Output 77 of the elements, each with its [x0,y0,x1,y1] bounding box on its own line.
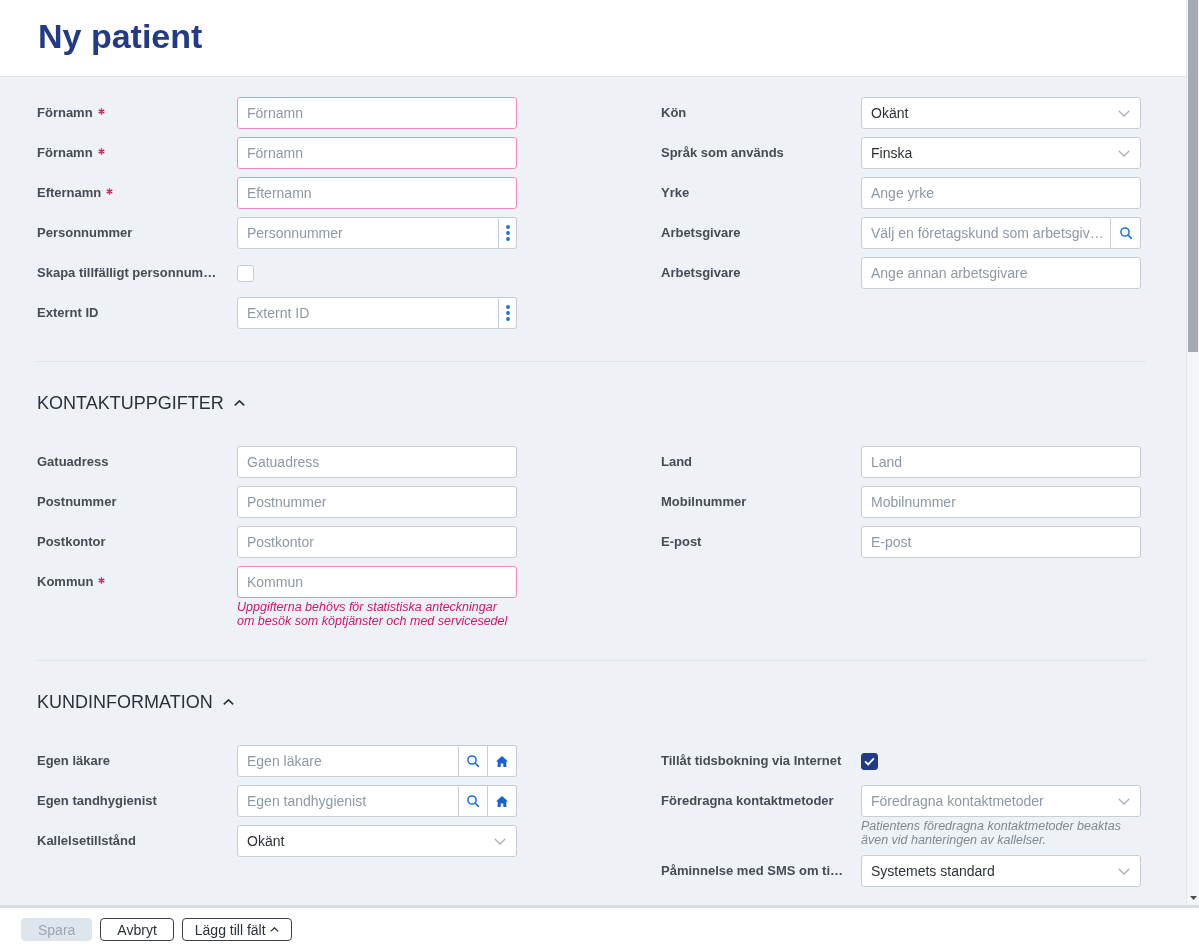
search-button[interactable] [1111,217,1141,249]
search-button[interactable] [459,785,488,817]
chevron-down-icon [1118,797,1130,805]
text-field[interactable]: Gatuadress [237,446,517,478]
home-button[interactable] [488,745,517,777]
more-options-button[interactable] [499,297,517,329]
field-label: Egen tandhygienist [37,793,157,809]
section-heading[interactable]: KUNDINFORMATION [37,690,234,714]
chevron-down-icon [1118,867,1130,875]
caret-up-icon [269,927,279,932]
field-hint: Uppgifterna behövs för statistiska anteckningar om besök som köptjänster och med servicesedel [237,600,509,628]
field-label: Yrke [661,185,690,201]
text-field[interactable]: Förnamn [237,137,517,169]
text-field[interactable]: E-post [861,526,1141,558]
field-hint: Patientens föredragna kontaktmetoder beaktas även vid hanteringen av kallelser. [861,819,1122,847]
text-field[interactable]: Ange annan arbetsgivare [861,257,1141,289]
field-label: Gatuadress [37,454,109,470]
three-dots-icon [505,305,510,321]
chevron-down-icon [1118,149,1130,157]
search-icon [467,795,479,807]
three-dots-icon [505,225,510,241]
field-label: Arbetsgivare [661,265,741,281]
field-label: Skapa tillfälligt personnum… [37,265,217,281]
dropdown[interactable]: Okänt [237,825,517,857]
checkbox[interactable] [861,752,878,770]
field-label: Förnamn [37,105,93,121]
field-label: Förnamn [37,145,93,161]
field-label: Efternamn [37,185,102,201]
text-field[interactable]: Förnamn [237,97,517,129]
field-label: Föredragna kontaktmetoder [661,793,834,809]
text-field[interactable]: Ange yrke [861,177,1141,209]
text-field[interactable]: Land [861,446,1141,478]
field-label: Postnummer [37,494,117,510]
field-label: Personnummer [37,225,133,241]
section-heading[interactable]: KONTAKTUPPGIFTER [37,391,245,415]
field-label: Kallelsetillstånd [37,833,136,849]
down-arrow-icon[interactable] [1189,896,1197,900]
more-options-button[interactable] [499,217,517,249]
text-field[interactable]: Egen läkare [237,745,459,777]
scrollbar[interactable] [1186,0,1199,905]
text-field[interactable]: Externt ID [237,297,499,329]
dropdown[interactable]: Systemets standard [861,855,1141,887]
text-field[interactable]: Efternamn [237,177,517,209]
scrollbar-thumb[interactable] [1188,0,1198,352]
checkmark-icon [864,756,875,766]
search-icon [1119,227,1132,239]
text-field[interactable]: Kommun [237,566,517,598]
field-label: E-post [661,534,702,550]
text-field[interactable]: Postnummer [237,486,517,518]
field-label: Arbetsgivare [661,225,741,241]
cancel-button[interactable]: Avbryt [100,918,174,941]
field-label: Kommun [37,574,94,590]
field-label: Tillåt tidsbokning via Internet [661,753,842,769]
dropdown[interactable]: Finska [861,137,1141,169]
field-label: Kön [661,105,687,121]
home-button[interactable] [488,785,517,817]
text-field[interactable]: Personnummer [237,217,499,249]
field-label: Externt ID [37,305,99,321]
dropdown[interactable]: Okänt [861,97,1141,129]
text-field[interactable]: Egen tandhygienist [237,785,459,817]
chevron-down-icon [1118,109,1130,117]
text-field[interactable]: Välj en företagskund som arbetsgiv… [861,217,1111,249]
field-label: Egen läkare [37,753,110,769]
field-label: Språk som används [661,145,784,161]
page-title: Ny patient [38,16,203,56]
text-field[interactable]: Postkontor [237,526,517,558]
text-field[interactable]: Mobilnummer [861,486,1141,518]
field-label: Påminnelse med SMS om ti… [661,863,844,879]
home-icon [496,795,508,807]
search-icon [467,755,479,767]
field-label: Postkontor [37,534,106,550]
search-button[interactable] [459,745,488,777]
add-field-button[interactable]: Lägg till fält [181,918,292,941]
home-icon [496,755,508,767]
field-label: Mobilnummer [661,494,747,510]
chevron-down-icon [494,837,506,845]
field-label: Land [661,454,693,470]
